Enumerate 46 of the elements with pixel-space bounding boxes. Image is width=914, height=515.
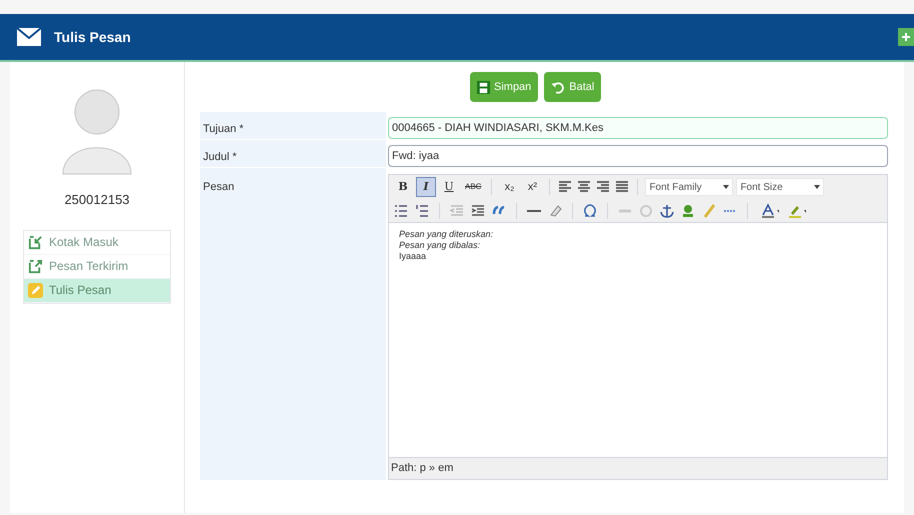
numbered-list-icon[interactable]	[414, 202, 430, 218]
align-left-icon[interactable]	[557, 179, 574, 195]
element-path: Path: p » em	[391, 461, 454, 476]
field-label: Pesan	[203, 181, 234, 193]
anchor-icon[interactable]	[659, 202, 675, 218]
caret-icon	[814, 185, 820, 189]
inbox-icon	[28, 234, 43, 250]
eraser-icon[interactable]	[547, 202, 563, 218]
field-label: Judul *	[203, 151, 237, 163]
format-button[interactable]: U	[439, 177, 459, 197]
sidebar-label: Tulis Pesan	[49, 282, 112, 299]
save-icon	[477, 80, 490, 94]
image-icon[interactable]	[680, 202, 696, 218]
align-right-icon[interactable]	[595, 179, 612, 195]
font-select[interactable]: Font Size	[736, 178, 824, 196]
text-input[interactable]: Fwd: iyaa	[388, 145, 888, 167]
align-center-icon[interactable]	[576, 179, 592, 195]
envelope-icon	[16, 27, 42, 47]
plus-icon	[902, 33, 910, 41]
format-button[interactable]: x²	[522, 177, 542, 197]
select-label: Font Family	[649, 180, 702, 194]
format-button[interactable]: ABC	[462, 177, 484, 197]
font-select[interactable]: Font Family	[645, 178, 734, 196]
bullet-list-icon[interactable]	[393, 202, 409, 218]
format-button[interactable]: B	[393, 177, 413, 197]
select-label: Font Size	[740, 180, 783, 194]
undo-icon	[551, 80, 566, 94]
format-button[interactable]: x₂	[499, 177, 520, 197]
omega-icon[interactable]	[582, 202, 598, 218]
indent-icon[interactable]	[470, 202, 486, 218]
add-button[interactable]	[898, 28, 914, 46]
pencil-icon	[28, 282, 43, 298]
editor-content[interactable]: Pesan yang diteruskan: Pesan yang dibalas: Iyaaaa	[389, 223, 887, 457]
editor-text: Iyaaaa	[399, 251, 428, 262]
justify-icon[interactable]	[614, 179, 630, 195]
editor-text: Pesan yang diteruskan:	[399, 229, 494, 240]
sidebar-label: Kotak Masuk	[49, 234, 118, 251]
editor-text: Pesan yang dibalas:	[399, 240, 482, 251]
format-button[interactable]: I	[416, 177, 436, 197]
caret-icon	[723, 185, 730, 189]
field-label: Tujuan *	[203, 123, 244, 135]
outbox-icon	[28, 258, 43, 274]
text-input[interactable]: 0004665 - DIAH WINDIASARI, SKM.M.Kes	[388, 117, 888, 139]
window-title: Tulis Pesan	[54, 28, 131, 46]
sidebar-label: Pesan Terkirim	[49, 258, 128, 275]
user-id: 250012153	[64, 191, 130, 209]
